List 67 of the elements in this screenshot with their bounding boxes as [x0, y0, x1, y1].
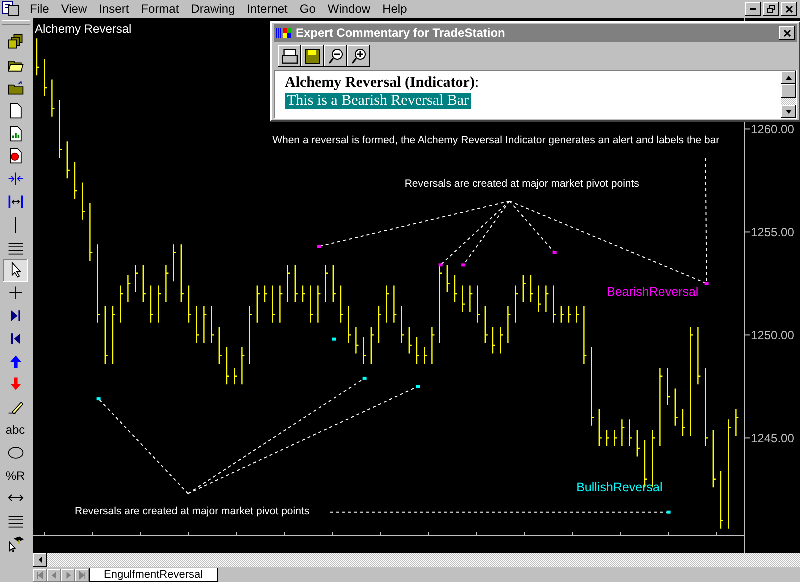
zoom-out-button[interactable] — [324, 45, 347, 67]
close-icon — [786, 6, 792, 12]
menu-item[interactable]: Go — [294, 2, 322, 16]
annotation-note: When a reversal is formed, the Alchemy Reversal Indicator generates an alert and labels the bar — [272, 134, 720, 147]
annotation-note: Reversals are created at major market pivot points — [404, 178, 640, 190]
commentary-text: This is a Bearish Reversal Bar — [285, 93, 472, 109]
compress-icon — [6, 170, 24, 188]
caret-left-icon — [38, 557, 42, 563]
window-title: Expert Commentary for TradeStation — [296, 26, 506, 40]
tab-scroll-button[interactable] — [75, 569, 89, 582]
close-button[interactable] — [779, 26, 795, 40]
chart-title: Alchemy Reversal — [35, 22, 132, 36]
close-button[interactable] — [781, 2, 797, 16]
app-icon — [276, 26, 292, 40]
folder-icon — [6, 78, 24, 97]
printer-icon — [282, 48, 298, 64]
reversal-label: BearishReversal — [607, 285, 699, 300]
close-icon — [784, 30, 790, 36]
horizontal-scrollbar[interactable] — [33, 553, 800, 567]
scroll-down-button[interactable] — [781, 105, 796, 118]
zoom-in-icon — [352, 48, 366, 64]
indicator-heading: Alchemy Reversal (Indicator): — [285, 74, 480, 92]
tab-scroll-button[interactable] — [33, 569, 47, 582]
axis-label: 1255.00 — [751, 226, 794, 240]
double-arrow-icon — [8, 494, 24, 502]
minimize-button[interactable] — [745, 2, 761, 16]
scroll-left-button[interactable] — [33, 553, 47, 567]
toolbar-button[interactable]: abc — [3, 418, 28, 442]
annotation-note: Reversals are created at major market pivot points — [75, 505, 310, 518]
caret-down-icon — [786, 110, 792, 114]
print-button[interactable] — [278, 45, 301, 67]
menu-item[interactable]: Insert — [93, 2, 136, 16]
save-button[interactable] — [301, 45, 324, 67]
app-icon[interactable] — [2, 1, 20, 17]
menu-item[interactable]: Drawing — [185, 2, 242, 16]
restore-button[interactable] — [763, 2, 779, 16]
expand-icon — [6, 192, 24, 211]
caret-up-icon — [786, 76, 792, 80]
vertical-scrollbar[interactable] — [781, 71, 796, 118]
toolbar-button[interactable]: %R — [3, 464, 28, 487]
cap-pointer-icon — [6, 534, 24, 553]
tab-scroll-button[interactable] — [61, 569, 75, 582]
caret-right-icon — [78, 571, 86, 580]
caret-left-icon — [36, 571, 44, 580]
axis-label: 1245.00 — [751, 432, 794, 446]
zoom-out-icon — [328, 48, 342, 64]
menu-item[interactable]: File — [24, 2, 56, 16]
menu-item[interactable]: Window — [322, 2, 377, 16]
crosshair-icon — [6, 284, 24, 302]
menu-item[interactable]: Help — [376, 2, 414, 16]
axis-label: 1260.00 — [751, 122, 794, 137]
zoom-in-button[interactable] — [347, 45, 370, 67]
menu-item[interactable]: Format — [135, 2, 186, 16]
toolbar-button[interactable] — [3, 258, 28, 282]
scroll-up-button[interactable] — [781, 71, 796, 84]
sheet-tab[interactable]: EngulfmentReversal — [89, 568, 218, 582]
window-stack-icon — [6, 33, 24, 52]
minimize-icon — [750, 8, 756, 10]
vertical-line-icon — [14, 216, 16, 234]
scroll-thumb[interactable] — [781, 84, 796, 98]
caret-right-icon — [64, 571, 72, 580]
reversal-label: BullishReversal — [576, 480, 663, 495]
menu-item[interactable]: View — [55, 2, 94, 16]
tab-scroll-button[interactable] — [47, 569, 61, 582]
menu-item[interactable]: Internet — [241, 2, 294, 16]
axis-label: 1250.00 — [751, 328, 794, 343]
restore-icon — [767, 5, 775, 13]
